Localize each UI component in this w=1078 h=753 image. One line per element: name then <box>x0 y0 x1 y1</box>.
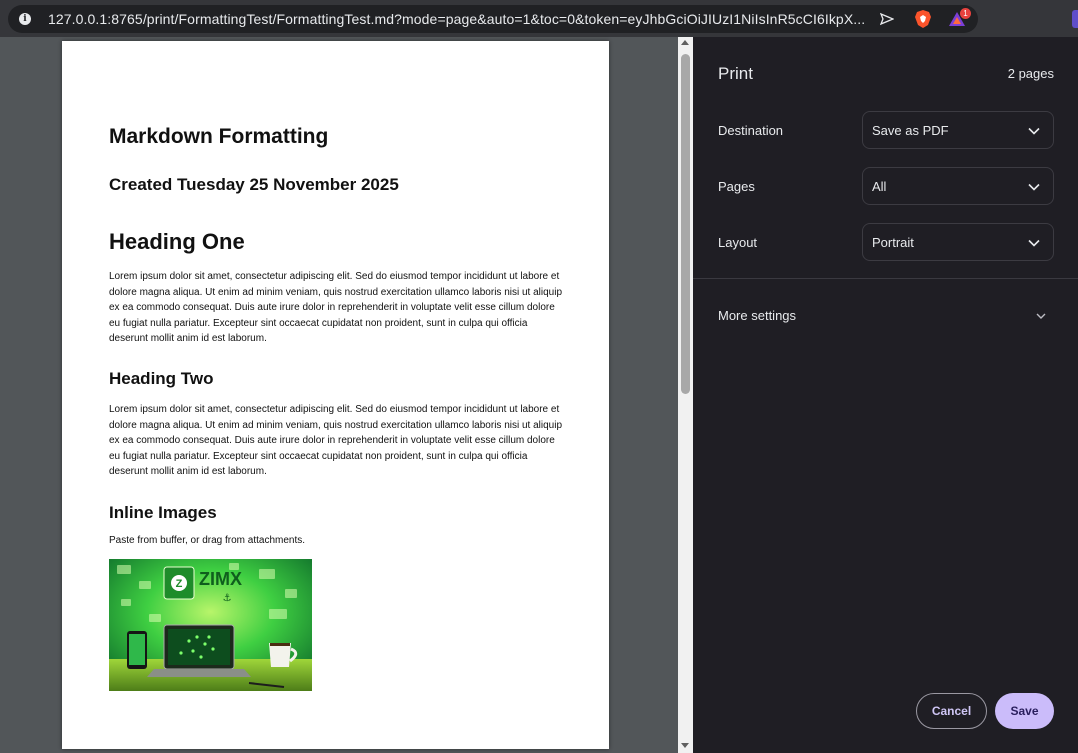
scroll-thumb[interactable] <box>681 54 690 394</box>
print-settings-panel: Print 2 pages Destination Save as PDF Pa… <box>693 37 1078 753</box>
scroll-up-arrow-icon[interactable] <box>681 40 689 45</box>
chevron-down-icon[interactable] <box>1034 309 1048 323</box>
destination-label: Destination <box>718 123 784 138</box>
site-info-icon[interactable]: i <box>19 13 31 25</box>
pages-select[interactable]: All <box>862 167 1054 205</box>
cancel-button[interactable]: Cancel <box>916 693 987 729</box>
document-created-date: Created Tuesday 25 November 2025 <box>109 175 399 194</box>
document-title: Markdown Formatting <box>109 125 329 148</box>
scroll-down-arrow-icon[interactable] <box>681 743 689 748</box>
heading-inline-images: Inline Images <box>109 503 217 522</box>
images-caption: Paste from buffer, or drag from attachme… <box>109 535 306 546</box>
browser-toolbar: i 127.0.0.1:8765/print/FormattingTest/Fo… <box>0 0 1078 37</box>
svg-text:⚓: ⚓ <box>223 593 232 604</box>
chevron-down-icon <box>1028 127 1040 135</box>
svg-text:ZIMX: ZIMX <box>199 569 242 589</box>
notification-badge: 1 <box>960 8 971 19</box>
pages-value: All <box>872 179 887 194</box>
more-settings-toggle[interactable]: More settings <box>718 308 796 323</box>
url-text[interactable]: 127.0.0.1:8765/print/FormattingTest/Form… <box>48 11 868 27</box>
heading-one: Heading One <box>109 229 245 254</box>
zimx-promo-image: Z ZIMX ⚓ <box>109 559 312 691</box>
layout-value: Portrait <box>872 235 914 250</box>
brave-shield-icon[interactable] <box>914 9 932 29</box>
extension-edge[interactable] <box>1072 10 1078 28</box>
destination-value: Save as PDF <box>872 123 949 138</box>
page-count: 2 pages <box>1007 66 1054 81</box>
chevron-down-icon <box>1028 183 1040 191</box>
pages-label: Pages <box>718 179 755 194</box>
preview-scrollbar[interactable] <box>678 37 693 753</box>
layout-label: Layout <box>718 235 758 250</box>
send-icon[interactable] <box>880 12 894 26</box>
destination-select[interactable]: Save as PDF <box>862 111 1054 149</box>
print-preview-area: Markdown Formatting Created Tuesday 25 N… <box>0 37 678 753</box>
layout-select[interactable]: Portrait <box>862 223 1054 261</box>
save-button[interactable]: Save <box>995 693 1054 729</box>
print-title: Print <box>718 64 753 83</box>
preview-page: Markdown Formatting Created Tuesday 25 N… <box>62 41 609 749</box>
heading-two: Heading Two <box>109 369 214 388</box>
chevron-down-icon <box>1028 239 1040 247</box>
paragraph-one: Lorem ipsum dolor sit amet, consectetur … <box>109 271 563 344</box>
paragraph-two: Lorem ipsum dolor sit amet, consectetur … <box>109 404 563 477</box>
panel-divider <box>693 278 1078 279</box>
svg-text:Z: Z <box>176 578 183 590</box>
